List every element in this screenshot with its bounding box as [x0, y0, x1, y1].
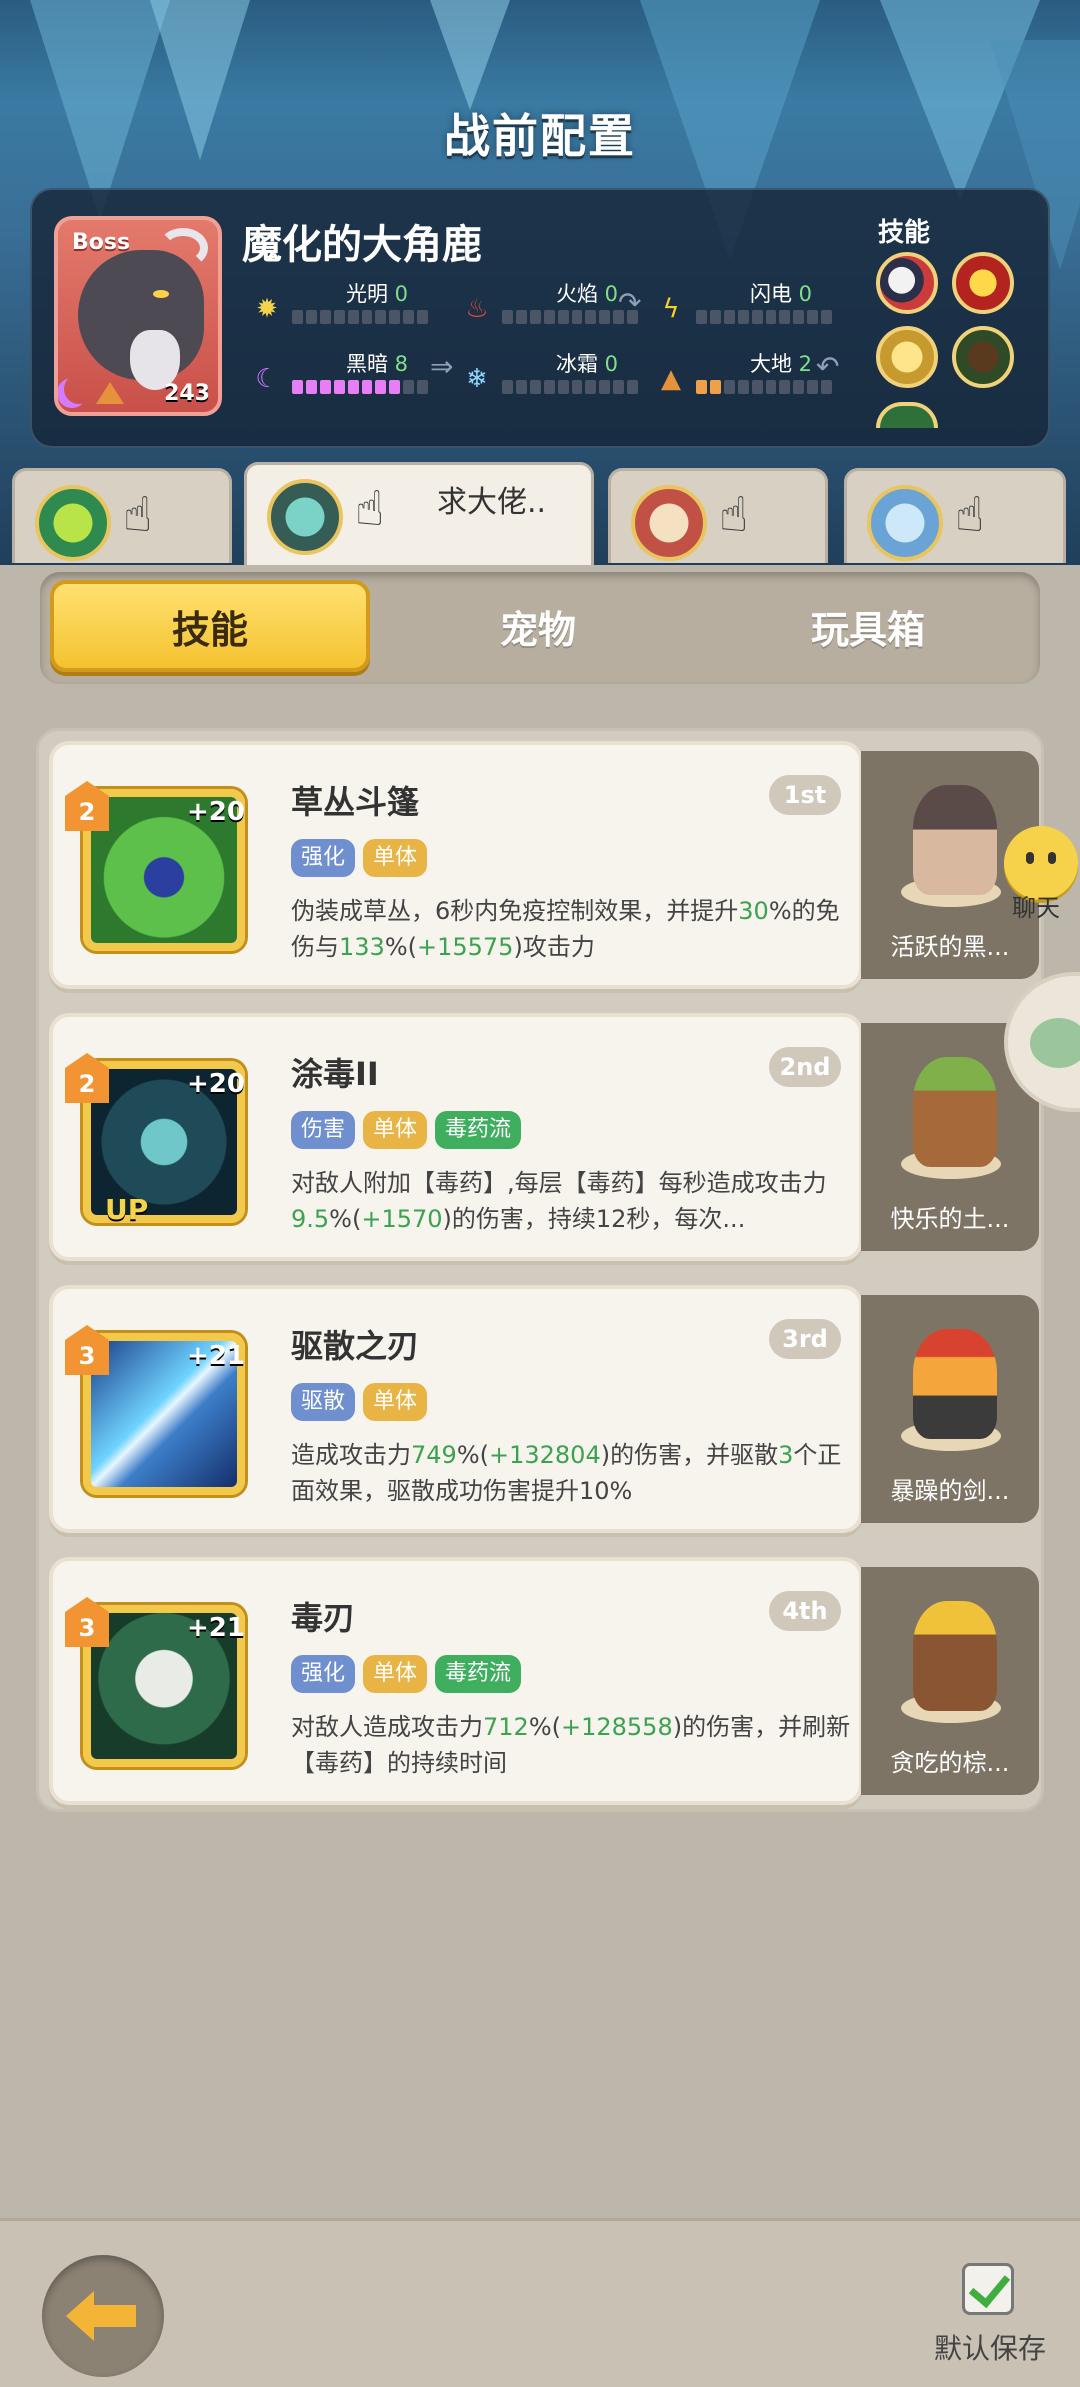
upgrade-badge: UP	[105, 1193, 149, 1226]
moon-icon: ☾	[255, 364, 279, 394]
hand-pointer-icon: ☝	[719, 487, 749, 543]
skill-tag: 毒药流	[435, 1111, 522, 1149]
skill-rank: 3rd	[769, 1319, 841, 1359]
fire-icon: ♨	[465, 294, 489, 324]
team-tab-2[interactable]: ☝ 求大佬..	[244, 462, 594, 565]
skill-tag: 驱散	[291, 1383, 356, 1421]
skill-name: 涂毒II	[291, 1055, 379, 1093]
boss-skill-icon[interactable]	[876, 252, 938, 314]
default-save-checkbox[interactable]	[962, 2263, 1014, 2315]
skill-card[interactable]: 3 +21 毒刃 4th 强化 单体 毒药流 对敌人造成攻击力712%(+128…	[49, 1557, 863, 1805]
list-item[interactable]: 3 +21 驱散之刃 3rd 驱散 单体 造成攻击力749%(+132804)的…	[49, 1285, 1039, 1535]
pet-figure	[913, 1057, 997, 1167]
arrow-icon: ⇒	[430, 350, 454, 383]
skill-card[interactable]: 2 +20 草丛斗篷 1st 强化 单体 伪装成草丛，6秒内免疫控制效果，并提升…	[49, 741, 863, 989]
hero-avatar	[267, 479, 343, 555]
skill-tag: 单体	[363, 1383, 428, 1421]
skill-name: 驱散之刃	[291, 1327, 420, 1365]
hand-pointer-icon: ☝	[123, 487, 153, 543]
snowflake-icon: ❄	[466, 364, 488, 394]
list-item[interactable]: 3 +21 毒刃 4th 强化 单体 毒药流 对敌人造成攻击力712%(+128…	[49, 1557, 1039, 1807]
boss-tag: Boss	[72, 230, 131, 255]
skill-tag: 强化	[291, 1655, 356, 1693]
list-item[interactable]: 2 +20 草丛斗篷 1st 强化 单体 伪装成草丛，6秒内免疫控制效果，并提升…	[49, 741, 1039, 991]
hero-avatar	[35, 485, 111, 561]
default-save-label[interactable]: 默认保存	[934, 2327, 1046, 2367]
team-tab-1[interactable]: ☝	[12, 468, 232, 563]
skill-description: 对敌人附加【毒药】,每层【毒药】每秒造成攻击力9.5%(+1570)的伤害，持续…	[291, 1169, 827, 1233]
boss-level: 243	[164, 381, 210, 406]
boss-skill-icon[interactable]	[952, 252, 1014, 314]
skill-tag: 单体	[363, 1111, 428, 1149]
chat-label[interactable]: 聊天	[1012, 888, 1060, 923]
boss-skill-icon[interactable]	[876, 326, 938, 388]
dark-element-icon	[64, 374, 94, 404]
pet-name: 贪吃的棕...	[890, 1749, 1010, 1777]
boss-skill-icon[interactable]	[876, 402, 938, 428]
skill-bonus: +20	[187, 797, 245, 827]
category-tab-bar: 技能 宠物 玩具箱	[40, 572, 1040, 684]
battle-scene-background: 战前配置 Boss 243 魔化的大角鹿 ✹ 光明 0 ♨ 火焰 0 ϟ 闪电 …	[0, 0, 1080, 565]
team-tab-3[interactable]: ☝	[608, 468, 828, 563]
pet-figure	[913, 785, 997, 895]
light-icon: ✹	[256, 294, 278, 324]
pet-slot[interactable]: 贪吃的棕...	[861, 1567, 1039, 1795]
back-arrow-icon	[66, 2291, 136, 2341]
skill-description: 造成攻击力749%(+132804)的伤害，并驱散3个正面效果，驱散成功伤害提升…	[291, 1441, 842, 1505]
wechat-icon	[1030, 1018, 1080, 1068]
back-button[interactable]	[42, 2255, 164, 2377]
pet-name: 暴躁的剑...	[890, 1477, 1010, 1505]
skill-rank: 4th	[769, 1591, 841, 1631]
lightning-icon: ϟ	[662, 294, 680, 324]
tab-skills[interactable]: 技能	[50, 580, 370, 672]
skill-bonus: +20	[187, 1069, 245, 1099]
boss-skills-label: 技能	[878, 218, 931, 248]
boss-info-panel: Boss 243 魔化的大角鹿 ✹ 光明 0 ♨ 火焰 0 ϟ 闪电 0 ☾ 黑…	[30, 188, 1050, 448]
hero-avatar	[867, 485, 943, 561]
team-tab-4[interactable]: ☝	[844, 468, 1066, 563]
arrow-icon: ↷	[618, 286, 642, 319]
skill-description: 伪装成草丛，6秒内免疫控制效果，并提升30%的免伤与133%(+15575)攻击…	[291, 897, 840, 961]
boss-skill-icon[interactable]	[952, 326, 1014, 388]
mountain-icon: ▲	[661, 364, 681, 394]
pet-name: 活跃的黑...	[890, 933, 1010, 961]
pet-figure	[913, 1601, 997, 1711]
tab-toybox[interactable]: 玩具箱	[708, 580, 1028, 672]
skill-name: 毒刃	[291, 1599, 356, 1637]
boss-portrait[interactable]: Boss 243	[54, 216, 222, 416]
pet-figure	[913, 1329, 997, 1439]
hand-pointer-icon: ☝	[955, 487, 985, 543]
list-item[interactable]: 2 +20 UP 涂毒II 2nd 伤害 单体 毒药流 对敌人附加【毒药】,每层…	[49, 1013, 1039, 1263]
skill-list: 2 +20 草丛斗篷 1st 强化 单体 伪装成草丛，6秒内免疫控制效果，并提升…	[36, 728, 1044, 1812]
tab-pets[interactable]: 宠物	[378, 580, 698, 672]
skill-card[interactable]: 2 +20 UP 涂毒II 2nd 伤害 单体 毒药流 对敌人附加【毒药】,每层…	[49, 1013, 863, 1261]
hand-pointer-icon: ☝	[355, 481, 385, 537]
skill-tag: 伤害	[291, 1111, 356, 1149]
boss-name: 魔化的大角鹿	[242, 222, 482, 268]
skill-tag: 单体	[363, 1655, 428, 1693]
skill-tag: 单体	[363, 839, 428, 877]
bottom-bar: 默认保存	[0, 2218, 1080, 2387]
skill-bonus: +21	[187, 1613, 245, 1643]
earth-element-icon	[96, 382, 124, 404]
skill-rank: 2nd	[769, 1047, 841, 1087]
skill-tag: 强化	[291, 839, 356, 877]
skill-bonus: +21	[187, 1341, 245, 1371]
hero-avatar	[631, 485, 707, 561]
skill-tag: 毒药流	[435, 1655, 522, 1693]
team-name: 求大佬..	[437, 485, 547, 520]
skill-rank: 1st	[769, 775, 841, 815]
pet-name: 快乐的土...	[890, 1205, 1010, 1233]
page-title: 战前配置	[444, 109, 636, 163]
arrow-icon: ↶	[816, 350, 840, 383]
skill-card[interactable]: 3 +21 驱散之刃 3rd 驱散 单体 造成攻击力749%(+132804)的…	[49, 1285, 863, 1533]
skill-name: 草丛斗篷	[291, 783, 420, 821]
pet-slot[interactable]: 暴躁的剑...	[861, 1295, 1039, 1523]
skill-description: 对敌人造成攻击力712%(+128558)的伤害，并刷新【毒药】的持续时间	[291, 1713, 851, 1777]
